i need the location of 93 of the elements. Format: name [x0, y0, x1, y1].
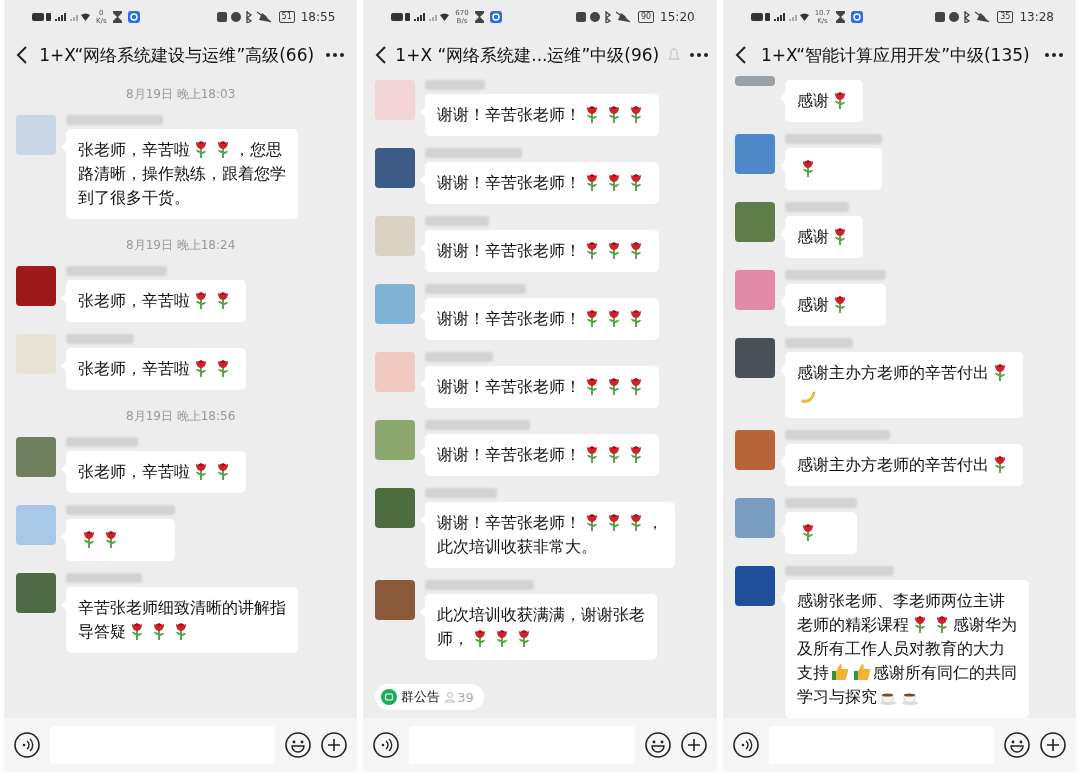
emoji-icon[interactable] [644, 732, 671, 758]
back-icon[interactable] [734, 45, 747, 65]
message-text: 感谢 [796, 92, 829, 110]
group-notice-chip[interactable]: 群公告 39 [375, 684, 484, 710]
chat-title: 1+X “网络系统建...运维”中级(96) [395, 43, 660, 67]
message-text: 感谢主办方老师的辛苦付出 [796, 456, 989, 474]
avatar-placeholder[interactable] [375, 148, 416, 188]
message-text: 此次培训收获满满，谢谢张老 [437, 606, 646, 624]
message-timestamp: 8月19日 晚上18:24 [126, 237, 236, 254]
message-timestamp: 8月19日 晚上18:56 [126, 408, 236, 425]
message-text: 谢谢！辛苦张老师！ [437, 446, 582, 464]
system-icons-drawing [575, 11, 632, 23]
avatar-placeholder[interactable] [734, 430, 775, 470]
battery-level: 35 [997, 11, 1014, 23]
message-text: 辛苦张老师细致清晰的讲解指 [78, 599, 286, 617]
blurred-name [784, 202, 849, 212]
chat-title: 1+X“网络系统建设与运维”高级(66) [38, 43, 316, 67]
more-icon[interactable] [1044, 52, 1064, 58]
message-text: 感谢 [796, 296, 829, 314]
avatar-placeholder[interactable] [375, 580, 416, 620]
message-text: 感谢张老师、李老师两位主讲 [796, 592, 1005, 610]
message-text: 师， [437, 630, 470, 648]
signal-icons-drawing [391, 11, 450, 23]
message-text: 谢谢！辛苦张老师！ [437, 514, 582, 532]
blurred-name [425, 80, 486, 90]
message-text: 谢谢！辛苦张老师！ [437, 378, 582, 396]
hourglass-icon [112, 11, 122, 23]
status-time: 15:20 [660, 10, 695, 24]
system-icons-drawing [216, 11, 273, 23]
message-text: 谢谢！辛苦张老师！ [437, 174, 582, 192]
chat-title: 1+X“智能计算应用开发”中级(135) [759, 43, 1031, 67]
message-text: 谢谢！辛苦张老师！ [437, 310, 582, 328]
message-text: 张老师，辛苦啦 [78, 463, 190, 481]
message-text: 感谢 [796, 228, 829, 246]
avatar-placeholder[interactable] [734, 338, 775, 378]
more-icon[interactable] [689, 52, 710, 58]
message-text: 及所有工作人员对教育的大力 [796, 640, 1005, 658]
status-time: 13:28 [1019, 10, 1054, 24]
notice-icon [381, 689, 398, 705]
thumbs-up-icon [830, 662, 849, 682]
message-text: 到了很多干货。 [78, 189, 190, 207]
system-icons-drawing [935, 11, 992, 23]
member-count: 39 [444, 689, 474, 705]
message-text: 谢谢！辛苦张老师！ [437, 106, 582, 124]
message-text: 此次培训收获非常大。 [437, 538, 598, 556]
message-text: 导答疑 [78, 623, 126, 641]
battery-level: 90 [637, 11, 655, 23]
message-text: 感谢所有同仁的共同 [872, 664, 1017, 682]
message-text: 感谢华为 [952, 616, 1017, 634]
back-icon[interactable] [375, 45, 388, 65]
message-timestamp: 8月19日 晚上18:03 [126, 86, 236, 103]
message-text: 支持 [796, 664, 829, 682]
app-notification-icon [489, 11, 502, 23]
thumbs-up-icon [852, 662, 871, 682]
message-text: 路清晰，操作熟练，跟着您学 [78, 165, 286, 183]
message-text: 老师的精彩课程 [796, 616, 909, 634]
app-notification-icon [127, 11, 140, 23]
avatar-placeholder[interactable] [734, 134, 775, 174]
plus-icon[interactable] [321, 732, 348, 758]
message-text: 学习与探究 [796, 688, 877, 706]
status-time: 18:55 [300, 10, 336, 24]
emoji-icon[interactable] [285, 732, 312, 758]
avatar-placeholder[interactable] [734, 202, 775, 242]
hourglass-icon [474, 11, 484, 23]
message-text: ，您思 [234, 141, 282, 159]
message-text: 张老师，辛苦啦 [78, 141, 190, 159]
hourglass-icon [836, 11, 846, 23]
signal-icons-drawing [32, 11, 90, 23]
message-text: 谢谢！辛苦张老师！ [437, 242, 582, 260]
voice-icon[interactable] [373, 732, 400, 758]
message-text: 张老师，辛苦啦 [78, 292, 190, 310]
back-icon[interactable] [16, 45, 28, 65]
plus-icon[interactable] [680, 732, 707, 758]
voice-icon[interactable] [732, 732, 759, 758]
avatar-placeholder[interactable] [375, 488, 416, 528]
signal-icons-drawing [750, 11, 809, 23]
blurred-name [425, 216, 490, 226]
blurred-name [66, 437, 138, 447]
message-text: 感谢主办方老师的辛苦付出 [796, 364, 989, 382]
avatar-placeholder[interactable] [734, 566, 775, 606]
message-text: ， [647, 514, 664, 532]
blurred-name [784, 338, 853, 348]
person-icon [444, 691, 457, 703]
blurred-name [66, 334, 134, 344]
app-notification-icon [851, 11, 864, 23]
blurred-name [425, 352, 494, 362]
voice-icon[interactable] [14, 732, 40, 758]
notice-label: 群公告 [401, 688, 441, 706]
more-icon[interactable] [325, 52, 346, 58]
plus-icon[interactable] [1040, 732, 1066, 758]
battery-level: 51 [278, 11, 295, 23]
message-text: 张老师，辛苦啦 [78, 360, 190, 378]
emoji-icon[interactable] [1004, 732, 1030, 758]
